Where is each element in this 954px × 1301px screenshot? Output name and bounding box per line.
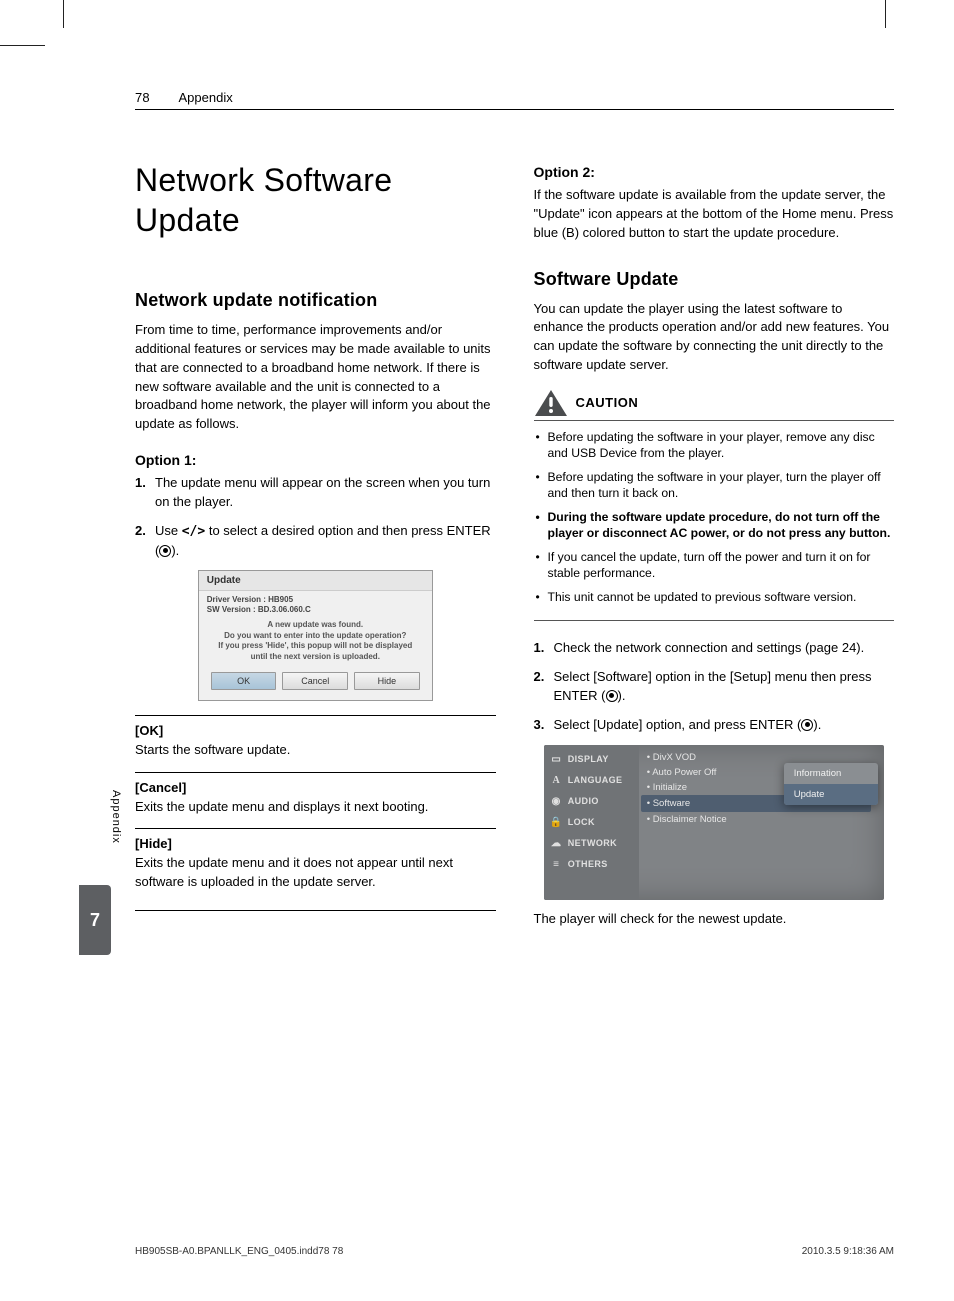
option1-steps: 1. The update menu will appear on the sc…	[135, 474, 496, 560]
language-icon: A	[550, 774, 563, 787]
setup-menu-screenshot: ▭DISPLAY ALANGUAGE ◉AUDIO 🔒LOCK ☁NETWORK…	[544, 745, 884, 900]
subheading-notification: Network update notification	[135, 290, 496, 311]
side-language[interactable]: ALANGUAGE	[544, 770, 639, 791]
submenu-information[interactable]: Information	[784, 763, 878, 784]
page-footer: HB905SB-A0.BPANLLK_ENG_0405.indd78 78 20…	[135, 1246, 894, 1257]
side-tab-chapter: 7	[79, 885, 111, 955]
list-icon: ≡	[550, 858, 563, 871]
page-number: 78	[135, 90, 150, 105]
software-submenu: Information Update	[784, 763, 878, 805]
option1-step1: 1. The update menu will appear on the sc…	[135, 474, 496, 512]
software-update-paragraph: You can update the player using the late…	[534, 300, 895, 375]
manual-page: 78 Appendix Appendix 7 Network Software …	[75, 30, 894, 1271]
row-disclaimer[interactable]: Disclaimer Notice	[647, 812, 876, 827]
def-cancel: [Cancel] Exits the update menu and displ…	[135, 772, 496, 817]
option1-heading: Option 1:	[135, 452, 496, 468]
footer-filename: HB905SB-A0.BPANLLK_ENG_0405.indd78 78	[135, 1246, 343, 1257]
right-column: Option 2: If the software update is avai…	[534, 160, 895, 1191]
caution-item: If you cancel the update, turn off the p…	[534, 549, 895, 582]
caution-icon	[534, 389, 568, 417]
def-hide: [Hide] Exits the update menu and it does…	[135, 828, 496, 911]
side-lock[interactable]: 🔒LOCK	[544, 812, 639, 833]
option2-heading: Option 2:	[534, 164, 895, 180]
def-ok: [OK] Starts the software update.	[135, 715, 496, 760]
content-columns: Network Software Update Network update n…	[135, 160, 894, 1191]
caution-item: During the software update procedure, do…	[534, 509, 895, 542]
arrow-keys-icon: </>	[182, 524, 205, 539]
dialog-cancel-button[interactable]: Cancel	[282, 672, 348, 690]
caution-item: Before updating the software in your pla…	[534, 429, 895, 462]
side-network[interactable]: ☁NETWORK	[544, 833, 639, 854]
intro-paragraph: From time to time, performance improveme…	[135, 321, 496, 434]
update-step1: 1. Check the network connection and sett…	[534, 639, 895, 658]
caution-item: This unit cannot be updated to previous …	[534, 589, 895, 605]
option2-paragraph: If the software update is available from…	[534, 186, 895, 243]
caution-list: Before updating the software in your pla…	[534, 429, 895, 621]
caution-item: Before updating the software in your pla…	[534, 469, 895, 502]
dialog-ok-button[interactable]: OK	[211, 672, 277, 690]
monitor-icon: ▭	[550, 753, 563, 766]
audio-icon: ◉	[550, 795, 563, 808]
subheading-software-update: Software Update	[534, 269, 895, 290]
side-audio[interactable]: ◉AUDIO	[544, 791, 639, 812]
page-header: 78 Appendix	[135, 90, 894, 110]
submenu-update[interactable]: Update	[784, 784, 878, 805]
update-dialog-screenshot: Update Driver Version : HB905 SW Version…	[198, 570, 433, 701]
driver-version: Driver Version : HB905	[207, 595, 424, 604]
enter-icon	[606, 690, 618, 702]
section-name: Appendix	[179, 90, 233, 105]
update-step2: 2. Select [Software] option in the [Setu…	[534, 668, 895, 706]
side-tab-label: Appendix	[110, 790, 122, 844]
dialog-hide-button[interactable]: Hide	[354, 672, 420, 690]
dialog-message: A new update was found. Do you want to e…	[211, 620, 420, 662]
option1-step2: 2. Use </> to select a desired option an…	[135, 522, 496, 561]
enter-icon	[801, 719, 813, 731]
enter-icon	[159, 545, 171, 557]
network-icon: ☁	[550, 837, 563, 850]
left-column: Network Software Update Network update n…	[135, 160, 496, 1191]
update-step3: 3. Select [Update] option, and press ENT…	[534, 716, 895, 735]
lock-icon: 🔒	[550, 816, 563, 829]
caution-label: CAUTION	[576, 395, 639, 410]
sw-version: SW Version : BD.3.06.060.C	[207, 605, 424, 614]
page-title: Network Software Update	[135, 160, 496, 240]
update-steps: 1. Check the network connection and sett…	[534, 639, 895, 734]
setup-sidebar: ▭DISPLAY ALANGUAGE ◉AUDIO 🔒LOCK ☁NETWORK…	[544, 745, 639, 900]
caution-box: CAUTION Before updating the software in …	[534, 389, 895, 621]
dialog-title: Update	[199, 571, 432, 591]
side-display[interactable]: ▭DISPLAY	[544, 749, 639, 770]
footer-timestamp: 2010.3.5 9:18:36 AM	[802, 1246, 894, 1257]
screenshot-caption: The player will check for the newest upd…	[534, 910, 895, 929]
side-others[interactable]: ≡OTHERS	[544, 854, 639, 875]
